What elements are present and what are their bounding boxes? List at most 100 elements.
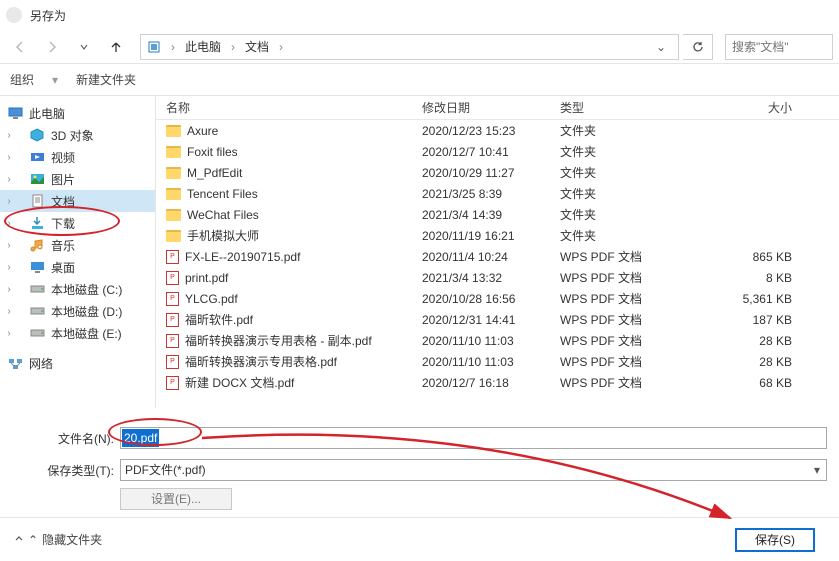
file-type: WPS PDF 文档: [560, 353, 690, 370]
new-folder-button[interactable]: 新建文件夹: [76, 71, 136, 88]
file-size: 865 KB: [690, 250, 810, 264]
sidebar-root-thispc[interactable]: 此电脑: [0, 102, 155, 124]
sidebar-item-9[interactable]: ›本地磁盘 (E:): [0, 322, 155, 344]
file-size: 5,361 KB: [690, 292, 810, 306]
filename-input[interactable]: 20.pdf: [122, 429, 159, 447]
file-date: 2020/10/28 16:56: [422, 292, 560, 306]
desktop-icon: [30, 260, 45, 274]
file-type: WPS PDF 文档: [560, 269, 690, 286]
sidebar-item-label: 本地磁盘 (C:): [51, 281, 122, 298]
col-header-type[interactable]: 类型: [560, 99, 690, 116]
expand-icon: ›: [4, 240, 14, 251]
save-button[interactable]: 保存(S): [735, 528, 815, 552]
sidebar-item-8[interactable]: ›本地磁盘 (D:): [0, 300, 155, 322]
breadcrumb-root[interactable]: 此电脑: [185, 38, 221, 55]
up-button[interactable]: [102, 34, 130, 60]
sidebar-item-3[interactable]: ›文档: [0, 190, 155, 212]
file-row[interactable]: WeChat Files2021/3/4 14:39文件夹: [156, 204, 839, 225]
filename-input-wrapper[interactable]: 20.pdf: [120, 427, 827, 449]
file-row[interactable]: P新建 DOCX 文档.pdf2020/12/7 16:18WPS PDF 文档…: [156, 372, 839, 393]
file-row[interactable]: Pprint.pdf2021/3/4 13:32WPS PDF 文档8 KB: [156, 267, 839, 288]
expand-icon: ›: [4, 130, 14, 141]
sidebar-item-label: 音乐: [51, 237, 75, 254]
sidebar-item-label: 桌面: [51, 259, 75, 276]
file-type: WPS PDF 文档: [560, 290, 690, 307]
file-name: WeChat Files: [187, 208, 259, 222]
drive-icon: [30, 282, 45, 296]
expand-icon: ›: [4, 284, 14, 295]
file-date: 2020/10/29 11:27: [422, 166, 560, 180]
sidebar-network[interactable]: 网络: [0, 352, 155, 374]
window-title: 另存为: [30, 7, 66, 24]
sidebar-item-1[interactable]: ›视频: [0, 146, 155, 168]
file-type: 文件夹: [560, 227, 690, 244]
file-row[interactable]: P福昕转换器演示专用表格 - 副本.pdf2020/11/10 11:03WPS…: [156, 330, 839, 351]
sidebar-item-7[interactable]: › 本地磁盘 (C:): [0, 278, 155, 300]
music-icon: [30, 238, 45, 252]
footer: ⌃ 隐藏文件夹 保存(S): [0, 517, 839, 561]
sidebar-item-label: 视频: [51, 149, 75, 166]
breadcrumb-sep: ›: [231, 40, 235, 54]
filetype-select[interactable]: PDF文件(*.pdf): [120, 459, 827, 481]
file-type: 文件夹: [560, 164, 690, 181]
pictures-icon: [30, 172, 45, 186]
sidebar-item-0[interactable]: ›3D 对象: [0, 124, 155, 146]
pdf-icon: P: [166, 292, 179, 306]
file-name: 手机模拟大师: [187, 227, 259, 244]
file-name: M_PdfEdit: [187, 166, 242, 180]
file-type: WPS PDF 文档: [560, 332, 690, 349]
breadcrumb-sep: ›: [279, 40, 283, 54]
file-date: 2020/12/23 15:23: [422, 124, 560, 138]
refresh-button[interactable]: [683, 34, 713, 60]
file-row[interactable]: Axure2020/12/23 15:23文件夹: [156, 120, 839, 141]
column-headers: 名称 修改日期 类型 大小: [156, 96, 839, 120]
col-header-name[interactable]: 名称: [156, 99, 422, 116]
file-row[interactable]: Foxit files2020/12/7 10:41文件夹: [156, 141, 839, 162]
file-name: print.pdf: [185, 271, 228, 285]
filetype-label: 保存类型(T):: [12, 462, 120, 479]
col-header-size[interactable]: 大小: [690, 99, 810, 116]
file-type: WPS PDF 文档: [560, 311, 690, 328]
folder-icon: [166, 146, 181, 158]
address-dropdown[interactable]: ⌄: [650, 40, 672, 54]
file-row[interactable]: Tencent Files2021/3/25 8:39文件夹: [156, 183, 839, 204]
file-date: 2021/3/25 8:39: [422, 187, 560, 201]
file-name: 新建 DOCX 文档.pdf: [185, 374, 294, 391]
folder-icon: [166, 230, 181, 242]
file-row[interactable]: P福昕转换器演示专用表格.pdf2020/11/10 11:03WPS PDF …: [156, 351, 839, 372]
recent-dropdown[interactable]: [70, 34, 98, 60]
sidebar-item-2[interactable]: ›图片: [0, 168, 155, 190]
file-type: 文件夹: [560, 143, 690, 160]
breadcrumb-folder[interactable]: 文档: [245, 38, 269, 55]
file-size: 68 KB: [690, 376, 810, 390]
sidebar-item-5[interactable]: › 音乐: [0, 234, 155, 256]
sidebar-item-6[interactable]: › 桌面: [0, 256, 155, 278]
address-bar[interactable]: › 此电脑 › 文档 › ⌄: [140, 34, 679, 60]
search-input[interactable]: [732, 40, 826, 54]
folder-icon: [166, 188, 181, 200]
back-button[interactable]: [6, 34, 34, 60]
file-size: 28 KB: [690, 355, 810, 369]
file-row[interactable]: M_PdfEdit 2020/10/29 11:27文件夹: [156, 162, 839, 183]
sidebar-item-label: 本地磁盘 (D:): [51, 303, 122, 320]
col-header-date[interactable]: 修改日期: [422, 99, 560, 116]
forward-button[interactable]: [38, 34, 66, 60]
navigation-bar: › 此电脑 › 文档 › ⌄: [0, 30, 839, 64]
pdf-icon: P: [166, 313, 179, 327]
file-list: 名称 修改日期 类型 大小 Axure2020/12/23 15:23文件夹Fo…: [156, 96, 839, 408]
filetype-value: PDF文件(*.pdf): [121, 463, 206, 477]
hide-folders-toggle[interactable]: ⌃ 隐藏文件夹: [14, 531, 102, 548]
expand-icon: ›: [4, 262, 14, 273]
file-row[interactable]: P福昕软件.pdf2020/12/31 14:41WPS PDF 文档187 K…: [156, 309, 839, 330]
folder-icon: [166, 167, 181, 179]
search-box[interactable]: [725, 34, 833, 60]
pdf-icon: P: [166, 376, 179, 390]
file-row[interactable]: PFX-LE--20190715.pdf2020/11/4 10:24WPS P…: [156, 246, 839, 267]
sidebar-item-4[interactable]: ›下载: [0, 212, 155, 234]
file-row[interactable]: PYLCG.pdf2020/10/28 16:56WPS PDF 文档5,361…: [156, 288, 839, 309]
organize-menu[interactable]: 组织: [10, 71, 34, 88]
file-name: Tencent Files: [187, 187, 258, 201]
file-row[interactable]: 手机模拟大师2020/11/19 16:21文件夹: [156, 225, 839, 246]
settings-button[interactable]: 设置(E)...: [120, 488, 232, 510]
file-name: Axure: [187, 124, 218, 138]
